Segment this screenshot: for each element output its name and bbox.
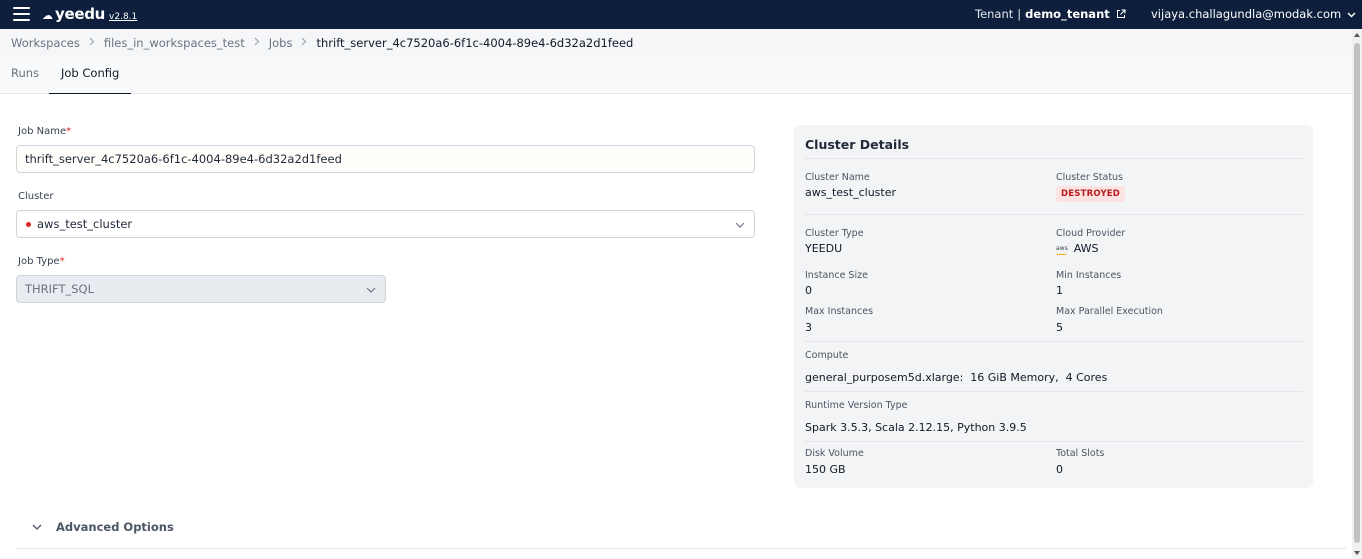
cluster-details-title: Cluster Details <box>805 137 910 152</box>
aws-icon: aws <box>1056 244 1068 255</box>
cluster-status-dot <box>26 221 31 227</box>
cloud-provider-label: Cloud Provider <box>1056 228 1126 239</box>
advanced-options-label: Advanced Options <box>56 520 174 534</box>
compute-label: Compute <box>805 350 849 361</box>
logo-cloud-icon: ☁ <box>42 9 53 22</box>
cluster-select[interactable]: aws_test_cluster <box>16 210 755 238</box>
divider <box>805 341 1303 342</box>
divider <box>805 214 1303 215</box>
cluster-details-card: Cluster Details Cluster Name aws_test_cl… <box>794 125 1313 488</box>
chevron-right-icon <box>301 36 307 49</box>
cluster-name-value: aws_test_cluster <box>805 186 897 199</box>
scroll-down-icon[interactable] <box>1354 551 1360 555</box>
divider <box>16 548 1346 549</box>
tab-bar: Runs Job Config <box>0 56 1352 94</box>
chevron-down-icon <box>735 217 745 231</box>
breadcrumb-workspaces[interactable]: Workspaces <box>11 36 80 50</box>
divider <box>805 158 1303 159</box>
divider <box>805 391 1303 392</box>
total-slots-value: 0 <box>1056 463 1063 476</box>
chevron-down-icon <box>366 282 376 296</box>
cluster-label: Cluster <box>18 191 54 202</box>
job-type-select-value: THRIFT_SQL <box>25 282 94 296</box>
cluster-status-label: Cluster Status <box>1056 172 1124 183</box>
version-link[interactable]: v2.8.1 <box>109 12 137 22</box>
scroll-up-icon[interactable] <box>1354 33 1360 37</box>
user-menu[interactable]: vijaya.challagundla@modak.com <box>1151 7 1356 21</box>
total-slots-label: Total Slots <box>1056 448 1105 459</box>
scroll-thumb[interactable] <box>1354 43 1360 543</box>
instance-size-value: 0 <box>805 284 812 297</box>
cluster-type-value: YEEDU <box>805 242 843 255</box>
disk-volume-value: 150 GB <box>805 463 846 476</box>
instance-size-label: Instance Size <box>805 270 868 281</box>
job-name-input[interactable]: thrift_server_4c7520a6-6f1c-4004-89e4-6d… <box>16 145 755 173</box>
hamburger-icon[interactable] <box>13 7 30 21</box>
disk-volume-label: Disk Volume <box>805 448 864 459</box>
breadcrumb: Workspaces files_in_workspaces_test Jobs… <box>0 29 1352 56</box>
max-instances-value: 3 <box>805 321 812 334</box>
tenant-info: Tenant | demo_tenant <box>975 7 1126 21</box>
min-instances-label: Min Instances <box>1056 270 1122 281</box>
max-parallel-value: 5 <box>1056 321 1063 334</box>
chevron-down-icon <box>1347 7 1356 21</box>
advanced-options-toggle[interactable]: Advanced Options <box>32 520 174 534</box>
cloud-provider-value: AWS <box>1073 242 1099 255</box>
tab-runs[interactable]: Runs <box>11 56 39 94</box>
max-parallel-label: Max Parallel Execution <box>1056 306 1163 317</box>
cloud-provider: aws AWS <box>1056 242 1099 255</box>
divider <box>805 441 1303 442</box>
external-link-icon[interactable] <box>1116 9 1126 19</box>
tenant-name: demo_tenant <box>1025 7 1110 21</box>
compute-value: general_purposem5d.xlarge: 16 GiB Memory… <box>805 371 1108 384</box>
tenant-separator: | <box>1017 7 1022 21</box>
tenant-label: Tenant <box>975 7 1014 21</box>
breadcrumb-workspace[interactable]: files_in_workspaces_test <box>104 36 245 50</box>
chevron-right-icon <box>89 36 95 49</box>
yeedu-logo[interactable]: ☁ yeedu v2.8.1 <box>42 5 137 23</box>
cluster-name-label: Cluster Name <box>805 172 870 183</box>
breadcrumb-jobs[interactable]: Jobs <box>269 36 293 50</box>
tab-job-config[interactable]: Job Config <box>49 56 132 94</box>
job-type-label: Job Type* <box>18 256 65 267</box>
runtime-value: Spark 3.5.3, Scala 2.12.15, Python 3.9.5 <box>805 421 1027 434</box>
top-navbar: ☁ yeedu v2.8.1 Tenant | demo_tenant vija… <box>0 0 1362 29</box>
logo-text: yeedu <box>55 5 106 23</box>
breadcrumb-current-job: thrift_server_4c7520a6-6f1c-4004-89e4-6d… <box>316 35 634 50</box>
status-badge: DESTROYED <box>1056 186 1126 202</box>
job-name-label: Job Name* <box>18 126 72 137</box>
max-instances-label: Max Instances <box>805 306 874 317</box>
chevron-down-icon <box>32 524 42 530</box>
scrollbar[interactable] <box>1352 29 1362 559</box>
runtime-label: Runtime Version Type <box>805 400 908 411</box>
job-type-select: THRIFT_SQL <box>16 275 386 303</box>
user-email: vijaya.challagundla@modak.com <box>1151 7 1342 21</box>
min-instances-value: 1 <box>1056 284 1063 297</box>
cluster-select-value: aws_test_cluster <box>37 217 133 231</box>
cluster-type-label: Cluster Type <box>805 228 864 239</box>
chevron-right-icon <box>254 36 260 49</box>
